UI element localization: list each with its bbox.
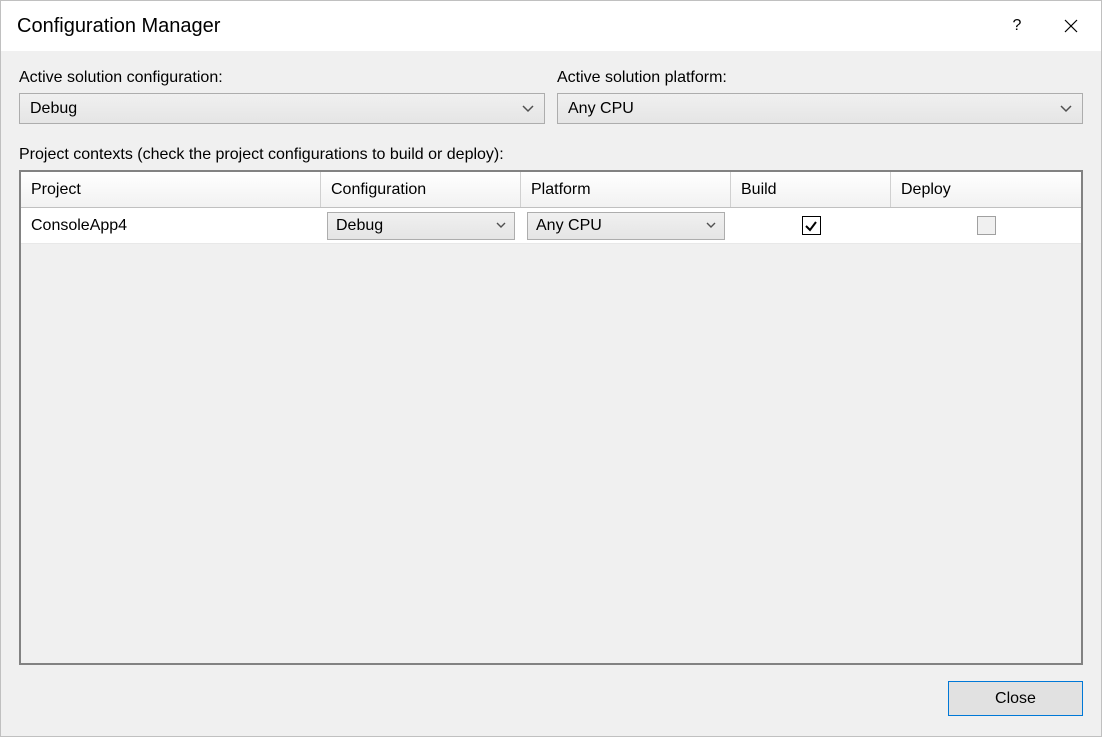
project-build-cell bbox=[731, 208, 891, 243]
titlebar: Configuration Manager ? bbox=[1, 1, 1101, 51]
project-platform-cell: Any CPU bbox=[521, 208, 731, 243]
project-grid: Project Configuration Platform Build Dep… bbox=[19, 170, 1083, 665]
close-button[interactable]: Close bbox=[948, 681, 1083, 716]
project-config-value: Debug bbox=[336, 217, 496, 235]
column-header-deploy[interactable]: Deploy bbox=[891, 172, 1081, 207]
grid-header: Project Configuration Platform Build Dep… bbox=[21, 172, 1081, 208]
chevron-down-icon bbox=[706, 222, 716, 229]
chevron-down-icon bbox=[496, 222, 506, 229]
dialog-content: Active solution configuration: Debug Act… bbox=[1, 51, 1101, 736]
project-platform-value: Any CPU bbox=[536, 217, 706, 235]
active-config-combo[interactable]: Debug bbox=[19, 93, 545, 124]
active-platform-combo[interactable]: Any CPU bbox=[557, 93, 1083, 124]
dialog-window: Configuration Manager ? Active solution … bbox=[0, 0, 1102, 737]
table-row: ConsoleApp4 Debug Any CPU bbox=[21, 208, 1081, 244]
solution-config-row: Active solution configuration: Debug Act… bbox=[19, 69, 1083, 124]
dialog-title: Configuration Manager bbox=[17, 15, 993, 38]
project-config-combo[interactable]: Debug bbox=[327, 212, 515, 240]
checkmark-icon bbox=[804, 219, 818, 233]
project-name-cell: ConsoleApp4 bbox=[21, 208, 321, 243]
dialog-footer: Close bbox=[19, 665, 1083, 716]
chevron-down-icon bbox=[1060, 105, 1072, 113]
help-icon: ? bbox=[1013, 17, 1022, 35]
chevron-down-icon bbox=[522, 105, 534, 113]
project-platform-combo[interactable]: Any CPU bbox=[527, 212, 725, 240]
close-window-button[interactable] bbox=[1041, 1, 1101, 51]
column-header-project[interactable]: Project bbox=[21, 172, 321, 207]
active-config-group: Active solution configuration: Debug bbox=[19, 69, 545, 124]
active-config-label: Active solution configuration: bbox=[19, 69, 545, 87]
deploy-checkbox bbox=[977, 216, 996, 235]
project-deploy-cell bbox=[891, 208, 1081, 243]
active-platform-group: Active solution platform: Any CPU bbox=[557, 69, 1083, 124]
column-header-configuration[interactable]: Configuration bbox=[321, 172, 521, 207]
project-contexts-label: Project contexts (check the project conf… bbox=[19, 146, 1083, 164]
active-config-value: Debug bbox=[30, 100, 522, 118]
active-platform-value: Any CPU bbox=[568, 100, 1060, 118]
column-header-build[interactable]: Build bbox=[731, 172, 891, 207]
active-platform-label: Active solution platform: bbox=[557, 69, 1083, 87]
project-config-cell: Debug bbox=[321, 208, 521, 243]
close-icon bbox=[1064, 19, 1078, 33]
help-button[interactable]: ? bbox=[993, 1, 1041, 51]
build-checkbox[interactable] bbox=[802, 216, 821, 235]
column-header-platform[interactable]: Platform bbox=[521, 172, 731, 207]
